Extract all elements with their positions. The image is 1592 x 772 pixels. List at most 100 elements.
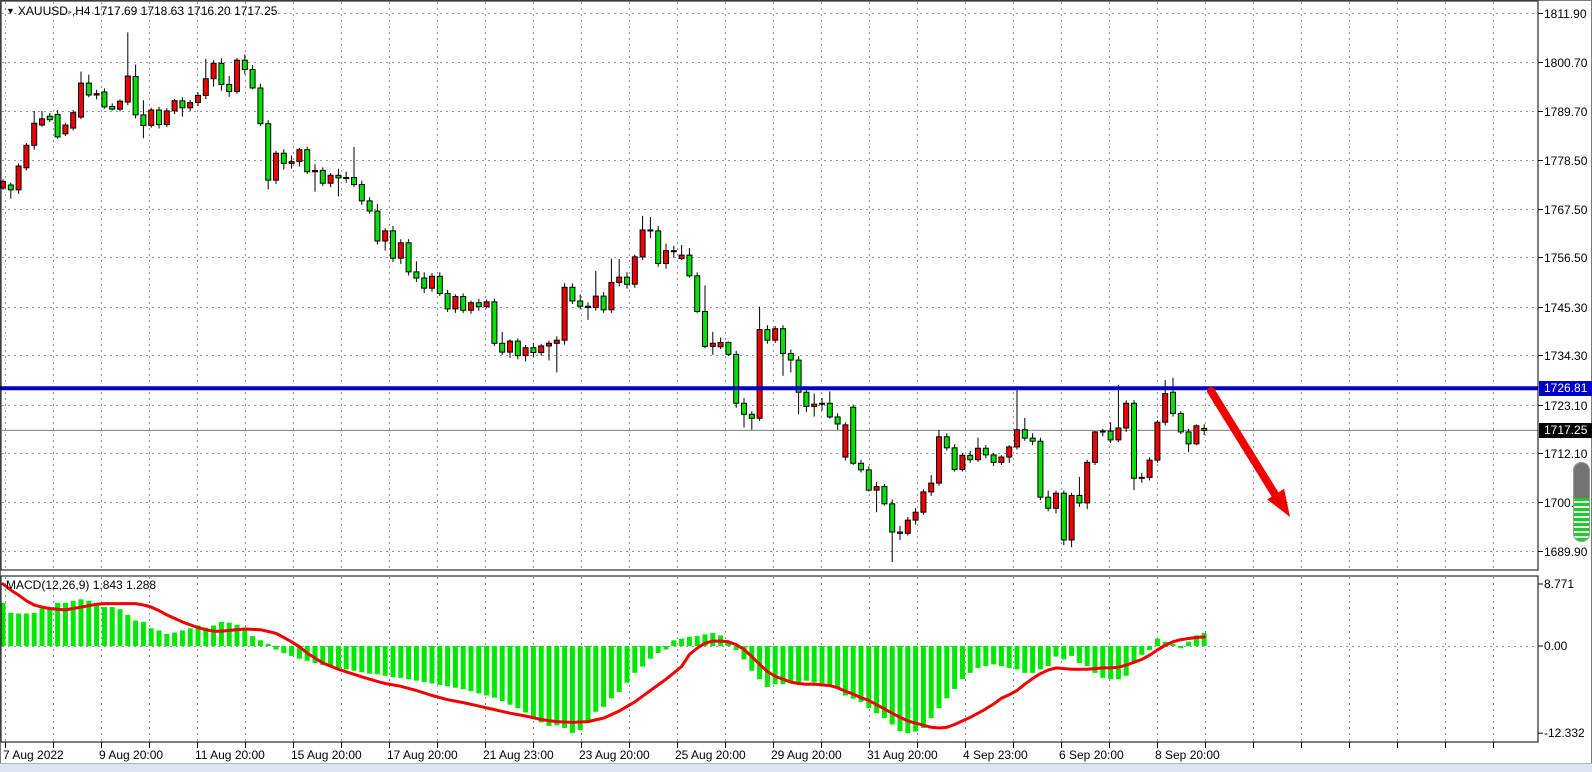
candle-body-bear (866, 470, 871, 490)
macd-histogram-bar (118, 609, 123, 646)
resistance-tag: 1726.81 (1539, 381, 1592, 396)
price-tick-label: 1756.50 (1544, 251, 1587, 265)
time-tick-label[interactable]: 4 Sep 23:00 (963, 748, 1028, 762)
macd-histogram-bar (16, 613, 21, 646)
candle-body-bear (695, 276, 700, 312)
candle-body-bull (1069, 495, 1074, 540)
candle-body-bull (718, 342, 723, 346)
candle-body-bear (703, 312, 708, 347)
macd-histogram-bar (1155, 639, 1160, 646)
candle-body-bull (1155, 422, 1160, 460)
macd-histogram-bar (554, 646, 559, 725)
candle-body-bull (235, 60, 240, 91)
candle-body-bear (983, 448, 988, 455)
dropdown-icon[interactable]: ▼ (6, 6, 15, 16)
time-tick-label[interactable]: 23 Aug 20:00 (579, 748, 650, 762)
macd-histogram-bar (157, 630, 162, 646)
macd-histogram-bar (344, 646, 349, 669)
macd-histogram-bar (1178, 646, 1183, 648)
macd-histogram-bar (531, 646, 536, 717)
macd-histogram-bar (266, 644, 271, 646)
symbol-ohlc-label[interactable]: ▼XAUUSD-,H4 1717.69 1718.63 1716.20 1717… (6, 4, 277, 18)
candle-body-bull (843, 425, 848, 457)
macd-histogram-bar (469, 646, 474, 691)
macd-histogram-bar (274, 646, 279, 650)
candle-body-bull (539, 346, 544, 353)
macd-histogram-bar (1038, 646, 1043, 669)
scrollbar-thumb-top (1574, 463, 1589, 498)
macd-histogram-bar (133, 621, 138, 646)
macd-histogram-bar (430, 646, 435, 683)
candle-body-bull (1147, 460, 1152, 477)
time-tick-label[interactable]: 7 Aug 2022 (3, 748, 64, 762)
macd-histogram-bar (281, 646, 286, 653)
price-tick-label: 1800.70 (1544, 56, 1587, 70)
candle-body-bear (1077, 495, 1082, 502)
price-tick-label: 1789.70 (1544, 105, 1587, 119)
macd-histogram-bar (500, 646, 505, 701)
candle-body-bull (710, 343, 715, 346)
macd-histogram-bar (367, 646, 372, 674)
candle-body-bear (859, 463, 864, 470)
candle-body-bear (414, 272, 419, 278)
time-tick-label[interactable]: 17 Aug 20:00 (387, 748, 458, 762)
candle-body-bear (102, 92, 107, 107)
candle-body-bear (242, 60, 247, 69)
time-tick-label[interactable]: 9 Aug 20:00 (99, 748, 163, 762)
candle-body-bear (141, 115, 146, 126)
candle-body-bear (890, 504, 895, 532)
macd-histogram-bar (180, 630, 185, 646)
price-tick-label: 1767.50 (1544, 203, 1587, 217)
macd-histogram-bar (1054, 646, 1059, 657)
time-tick-label[interactable]: 21 Aug 23:00 (483, 748, 554, 762)
macd-histogram-bar (625, 646, 630, 683)
candle-body-bull (1163, 394, 1168, 423)
scrollbar-thumb[interactable] (1573, 462, 1590, 542)
candle-body-bull (664, 251, 669, 264)
macd-histogram-bar (983, 646, 988, 666)
candle-body-bull (274, 153, 279, 180)
macd-histogram-bar (578, 646, 583, 730)
candle-body-bull (820, 403, 825, 404)
time-tick-label[interactable]: 6 Sep 20:00 (1059, 748, 1124, 762)
macd-histogram-bar (1015, 646, 1020, 669)
candle-body-bear (788, 353, 793, 360)
macd-histogram-bar (86, 601, 91, 646)
candle-body-bull (188, 103, 193, 108)
macd-histogram-bar (687, 637, 692, 646)
candle-body-bear (944, 437, 949, 448)
candle-body-bear (835, 417, 840, 424)
time-tick-label[interactable]: 31 Aug 20:00 (867, 748, 938, 762)
candle-body-bear (250, 69, 255, 88)
macd-histogram-bar (414, 646, 419, 681)
candle-body-bear (266, 124, 271, 180)
time-tick-label[interactable]: 11 Aug 20:00 (195, 748, 265, 762)
candle-body-bear (47, 116, 52, 120)
macd-histogram-bar (227, 623, 232, 646)
macd-histogram-bar (258, 640, 263, 646)
candle-body-bear (445, 293, 450, 308)
time-tick-label[interactable]: 25 Aug 20:00 (675, 748, 746, 762)
macd-histogram-bar (1202, 633, 1207, 646)
candle-body-bear (1108, 431, 1113, 440)
macd-histogram-bar (1046, 646, 1051, 666)
candle-body-bull (640, 230, 645, 257)
macd-histogram-bar (492, 646, 497, 698)
candle-body-bull (905, 520, 910, 533)
macd-histogram-bar (562, 646, 567, 728)
macd-histogram-bar (149, 628, 154, 646)
candle-body-bull (523, 348, 528, 356)
main-price-chart[interactable] (0, 0, 1538, 572)
candle-body-bull (999, 457, 1004, 462)
candle-body-bull (874, 487, 879, 491)
time-tick-label[interactable]: 29 Aug 20:00 (771, 748, 842, 762)
candle-body-bull (937, 437, 942, 483)
candle-body-bull (773, 329, 778, 340)
time-tick-label[interactable]: 8 Sep 20:00 (1155, 748, 1220, 762)
candle-body-bear (851, 407, 856, 463)
time-tick-label[interactable]: 15 Aug 20:00 (291, 748, 362, 762)
macd-histogram-bar (968, 646, 973, 673)
price-tick-label: 1745.30 (1544, 301, 1587, 315)
macd-indicator-panel[interactable] (0, 576, 1538, 743)
candle-body-bear (952, 448, 957, 470)
